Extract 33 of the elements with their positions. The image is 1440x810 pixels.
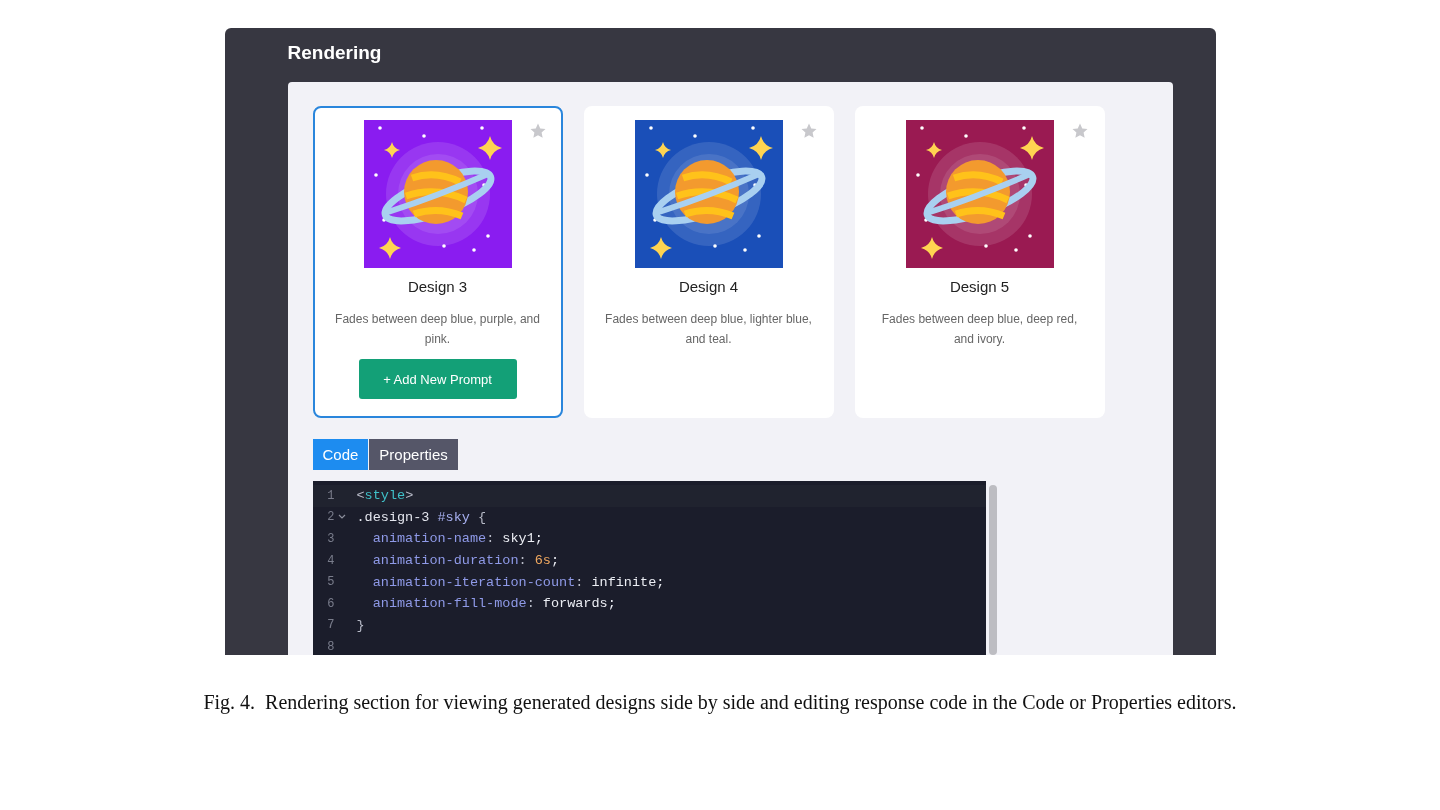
code-editor[interactable]: 1 <style> 2 .design-3 #sky { 3 animation-name: sky1; 4 animation-duration: 6s; 5 animation-iteration-count: infinite; 6 animation-fill-mode: forwards; 7 } 8 — [312, 481, 986, 655]
code-line: } — [356, 617, 365, 633]
scrollbar[interactable] — [988, 485, 997, 655]
design-card[interactable]: Design 5 Fades between deep blue, deep red, and ivory. — [854, 106, 1105, 418]
star-icon[interactable] — [799, 122, 818, 140]
editor-tab[interactable]: Properties — [369, 439, 458, 470]
line-number: 7 — [326, 618, 335, 633]
line-number: 6 — [326, 596, 335, 611]
line-number: 8 — [326, 639, 335, 654]
design-title: Design 3 — [407, 278, 468, 295]
code-line: animation-name: sky1; — [371, 531, 543, 547]
design-description: Fades between deep blue, purple, and pink. — [334, 311, 541, 348]
design-card[interactable]: Design 4 Fades between deep blue, lighter blue, and teal. — [583, 106, 834, 418]
code-line: animation-duration: 6s; — [371, 553, 560, 569]
code-line: animation-fill-mode: forwards; — [371, 596, 616, 612]
code-line: <style> — [356, 488, 414, 504]
design-title: Design 5 — [949, 278, 1010, 295]
code-line: .design-3 #sky { — [356, 509, 487, 525]
design-card[interactable]: Design 3 Fades between deep blue, purple, and pink. + Add New Prompt — [312, 106, 563, 418]
star-icon[interactable] — [1070, 122, 1089, 140]
line-number: 4 — [326, 553, 335, 568]
design-description: Fades between deep blue, lighter blue, and teal. — [604, 311, 813, 348]
line-number: 1 — [326, 488, 335, 503]
code-line: animation-iteration-count: infinite; — [371, 574, 665, 590]
star-icon[interactable] — [528, 122, 547, 140]
section-title: Rendering — [287, 42, 383, 65]
design-title: Design 4 — [678, 278, 739, 295]
line-number: 2 — [326, 510, 335, 525]
fold-caret-icon[interactable] — [337, 514, 346, 521]
line-number: 5 — [326, 575, 335, 590]
line-number: 3 — [326, 532, 335, 546]
design-description: Fades between deep blue, deep red, and ivory. — [880, 311, 1079, 348]
figure-caption: Fig. 4. Rendering section for viewing generated designs side by side and editing response code in the Code or Properties editors. — [203, 691, 1237, 714]
